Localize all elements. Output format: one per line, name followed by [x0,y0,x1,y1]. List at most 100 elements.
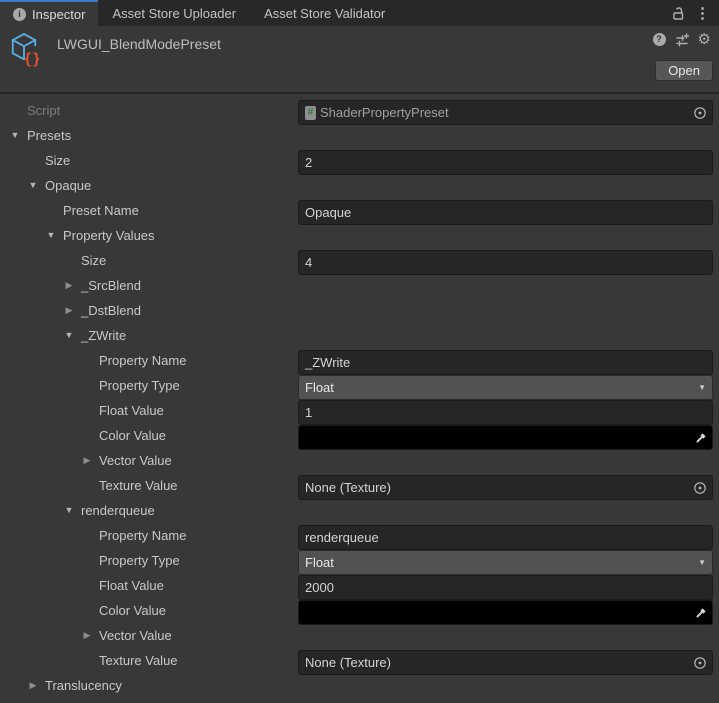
row-label: Color Value [99,598,166,623]
row-label: _ZWrite [81,323,126,348]
braces-glyph: {} [23,50,39,67]
text-field[interactable]: renderqueue [298,525,713,550]
field-value: 4 [305,256,312,269]
row-label: Size [81,248,106,273]
inspector-row: ▼ Presets [0,123,719,148]
object-field[interactable]: # ShaderPropertyPreset [298,100,713,125]
field-value: None (Texture) [305,481,391,494]
text-field[interactable]: 2 [298,150,713,175]
text-field[interactable]: Opaque [298,200,713,225]
object-picker-icon[interactable] [693,106,707,120]
field-value: None (Texture) [305,656,391,669]
tab-asset-store-uploader[interactable]: Asset Store Uploader [98,0,250,26]
dropdown[interactable]: Float ▼ [298,550,713,575]
tab-label: Inspector [32,7,85,22]
foldout-arrow[interactable]: ▼ [63,498,75,523]
unlock-icon[interactable] [671,6,685,21]
presets-icon[interactable] [675,33,689,47]
text-field[interactable]: 2000 [298,575,713,600]
preset-asset-icon: {} [9,31,39,67]
inspector-row: Size 2 [0,148,719,173]
help-icon[interactable]: ? [653,33,666,46]
foldout-arrow[interactable]: ▶ [81,448,93,473]
unity-inspector-window: i Inspector Asset Store Uploader Asset S… [0,0,719,703]
chevron-down-icon: ▼ [698,384,706,392]
inspector-row: ▶ Translucency [0,673,719,698]
tab-inspector[interactable]: i Inspector [0,0,98,26]
object-field[interactable]: None (Texture) [298,475,713,500]
row-label: Float Value [99,398,164,423]
row-label: Texture Value [99,473,178,498]
dropdown-value: Float [305,381,334,394]
row-label: Script [27,98,60,123]
asset-title: LWGUI_BlendModePreset [57,36,221,52]
csharp-script-icon: # [305,106,316,120]
row-label: _DstBlend [81,298,141,323]
row-label: Property Type [99,373,180,398]
inspector-row: ▼ Property Values [0,223,719,248]
field-value: ShaderPropertyPreset [320,106,449,119]
row-label: Presets [27,123,71,148]
inspector-row: Float Value 2000 [0,573,719,598]
object-field[interactable]: None (Texture) [298,650,713,675]
field-value: 1 [305,406,312,419]
foldout-arrow[interactable]: ▶ [27,673,39,698]
inspector-row: Size 4 [0,248,719,273]
object-picker-icon[interactable] [693,656,707,670]
tab-asset-store-validator[interactable]: Asset Store Validator [250,0,399,26]
field-value: Opaque [305,206,351,219]
inspector-row: ▼ renderqueue [0,498,719,523]
text-field[interactable]: _ZWrite [298,350,713,375]
inspector-row: Property Type Float ▼ [0,373,719,398]
tab-bar: i Inspector Asset Store Uploader Asset S… [0,0,719,26]
dropdown[interactable]: Float ▼ [298,375,713,400]
row-label: Preset Name [63,198,139,223]
field-value: _ZWrite [305,356,350,369]
dropdown-value: Float [305,556,334,569]
eyedropper-icon[interactable] [694,606,708,620]
row-label: Property Type [99,548,180,573]
inspector-body: Script # ShaderPropertyPreset ▼ Presets S… [0,94,719,698]
foldout-arrow[interactable]: ▼ [27,173,39,198]
kebab-menu-icon[interactable]: ⋮ [695,6,710,21]
row-label: Vector Value [99,448,172,473]
field-value: 2 [305,156,312,169]
tab-label: Asset Store Uploader [112,6,236,21]
inspector-row: Script # ShaderPropertyPreset [0,98,719,123]
inspector-row: ▶ _SrcBlend [0,273,719,298]
row-label: Opaque [45,173,91,198]
inspector-row: ▶ Vector Value [0,623,719,648]
open-button[interactable]: Open [655,60,713,81]
color-field[interactable] [298,425,713,450]
foldout-arrow[interactable]: ▼ [63,323,75,348]
row-label: Translucency [45,673,122,698]
row-label: Property Name [99,348,186,373]
eyedropper-icon[interactable] [694,431,708,445]
row-label: Size [45,148,70,173]
color-field[interactable] [298,600,713,625]
row-label: Property Name [99,523,186,548]
inspector-row: Property Name renderqueue [0,523,719,548]
gear-icon[interactable]: ⚙ [698,32,711,47]
row-label: Property Values [63,223,155,248]
chevron-down-icon: ▼ [698,559,706,567]
object-picker-icon[interactable] [693,481,707,495]
tab-bar-actions: ⋮ [671,0,719,26]
text-field[interactable]: 1 [298,400,713,425]
foldout-arrow[interactable]: ▶ [63,273,75,298]
field-value: 2000 [305,581,334,594]
inspector-row: ▼ Opaque [0,173,719,198]
foldout-arrow[interactable]: ▶ [63,298,75,323]
inspector-row: ▶ Vector Value [0,448,719,473]
row-label: Texture Value [99,648,178,673]
inspector-row: Property Type Float ▼ [0,548,719,573]
foldout-arrow[interactable]: ▶ [81,623,93,648]
header-actions: ? ⚙ [653,32,711,47]
inspector-row: Preset Name Opaque [0,198,719,223]
foldout-arrow[interactable]: ▼ [9,123,21,148]
foldout-arrow[interactable]: ▼ [45,223,57,248]
text-field[interactable]: 4 [298,250,713,275]
inspector-row: Color Value [0,598,719,623]
row-label: Vector Value [99,623,172,648]
inspector-row: Texture Value None (Texture) [0,648,719,673]
